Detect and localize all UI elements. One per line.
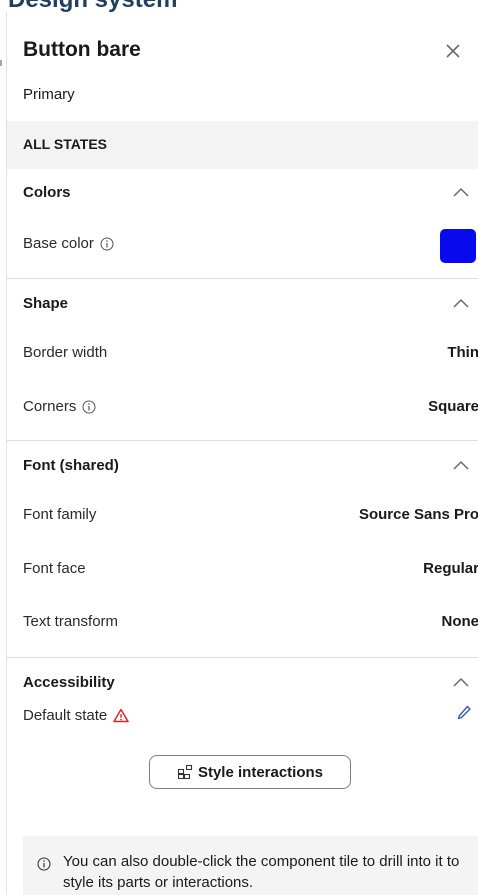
chevron-up-icon[interactable] bbox=[453, 298, 469, 308]
section-colors-header[interactable]: Colors bbox=[7, 169, 478, 213]
border-width-value[interactable]: Thin bbox=[447, 344, 478, 361]
font-face-value[interactable]: Regular bbox=[423, 560, 478, 577]
base-color-label-group: Base color bbox=[23, 235, 114, 252]
row-border-width[interactable]: Border width Thin bbox=[7, 333, 478, 373]
row-font-family[interactable]: Font family Source Sans Pro bbox=[7, 495, 478, 535]
warning-icon bbox=[113, 708, 129, 723]
default-state-label-group: Default state bbox=[23, 707, 129, 724]
info-icon[interactable] bbox=[100, 237, 114, 251]
base-color-label: Base color bbox=[23, 235, 94, 252]
default-state-label: Default state bbox=[23, 707, 108, 724]
base-color-swatch[interactable] bbox=[440, 229, 476, 263]
corners-value[interactable]: Square bbox=[428, 398, 478, 415]
all-states-bar: ALL STATES bbox=[7, 121, 478, 169]
section-colors: Colors Base color bbox=[7, 169, 478, 279]
section-font-header[interactable]: Font (shared) bbox=[7, 442, 478, 486]
section-accessibility-title: Accessibility bbox=[23, 674, 115, 691]
border-width-label: Border width bbox=[23, 344, 108, 361]
font-family-value[interactable]: Source Sans Pro bbox=[359, 506, 478, 523]
section-colors-title: Colors bbox=[23, 184, 71, 201]
close-icon[interactable] bbox=[442, 40, 464, 62]
row-corners[interactable]: Corners Square bbox=[7, 387, 478, 427]
chevron-up-icon[interactable] bbox=[453, 677, 469, 687]
info-note-text: You can also double-click the component … bbox=[63, 853, 460, 891]
info-icon[interactable] bbox=[82, 400, 96, 414]
info-icon bbox=[37, 857, 51, 871]
corners-label: Corners bbox=[23, 398, 77, 415]
section-shape: Shape Border width Thin Corners Square bbox=[7, 280, 478, 441]
row-text-transform[interactable]: Text transform None bbox=[7, 602, 478, 642]
style-interactions-label: Style interactions bbox=[197, 763, 324, 781]
style-interactions-button[interactable]: Style interactions bbox=[149, 755, 351, 789]
component-grid-icon bbox=[177, 764, 193, 780]
row-default-state: Default state bbox=[7, 696, 478, 736]
section-shape-header[interactable]: Shape bbox=[7, 280, 478, 324]
background-page-heading: Design system bbox=[0, 0, 478, 12]
properties-panel: Button bare Primary ALL STATES Colors Ba… bbox=[6, 12, 478, 895]
info-note: You can also double-click the component … bbox=[23, 836, 478, 895]
panel-title: Button bare bbox=[23, 38, 141, 61]
text-transform-label: Text transform bbox=[23, 613, 119, 630]
text-transform-value[interactable]: None bbox=[442, 613, 478, 630]
corners-label-group: Corners bbox=[23, 398, 96, 415]
chevron-up-icon[interactable] bbox=[453, 187, 469, 197]
section-shape-title: Shape bbox=[23, 295, 69, 312]
row-font-face[interactable]: Font face Regular bbox=[7, 549, 478, 589]
font-family-label: Font family bbox=[23, 506, 97, 523]
section-font: Font (shared) Font family Source Sans Pr… bbox=[7, 442, 478, 658]
row-base-color: Base color bbox=[7, 224, 478, 264]
panel-header: Button bare Primary bbox=[7, 12, 478, 120]
all-states-label: ALL STATES bbox=[23, 136, 107, 152]
panel-subtitle: Primary bbox=[23, 86, 75, 103]
background-edge-mark bbox=[0, 60, 2, 66]
chevron-up-icon[interactable] bbox=[453, 460, 469, 470]
section-font-title: Font (shared) bbox=[23, 457, 119, 474]
pencil-icon[interactable] bbox=[456, 704, 472, 722]
font-face-label: Font face bbox=[23, 560, 86, 577]
